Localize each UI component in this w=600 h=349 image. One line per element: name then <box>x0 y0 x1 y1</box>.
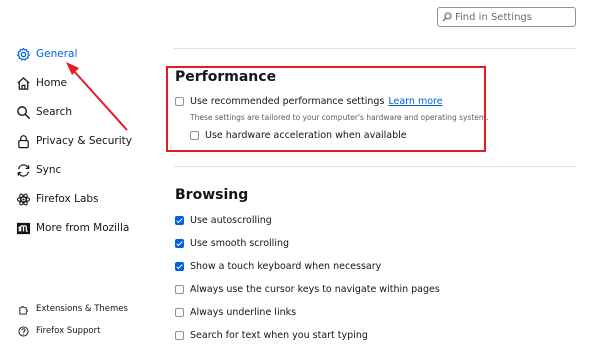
annotation-arrow <box>66 62 128 131</box>
